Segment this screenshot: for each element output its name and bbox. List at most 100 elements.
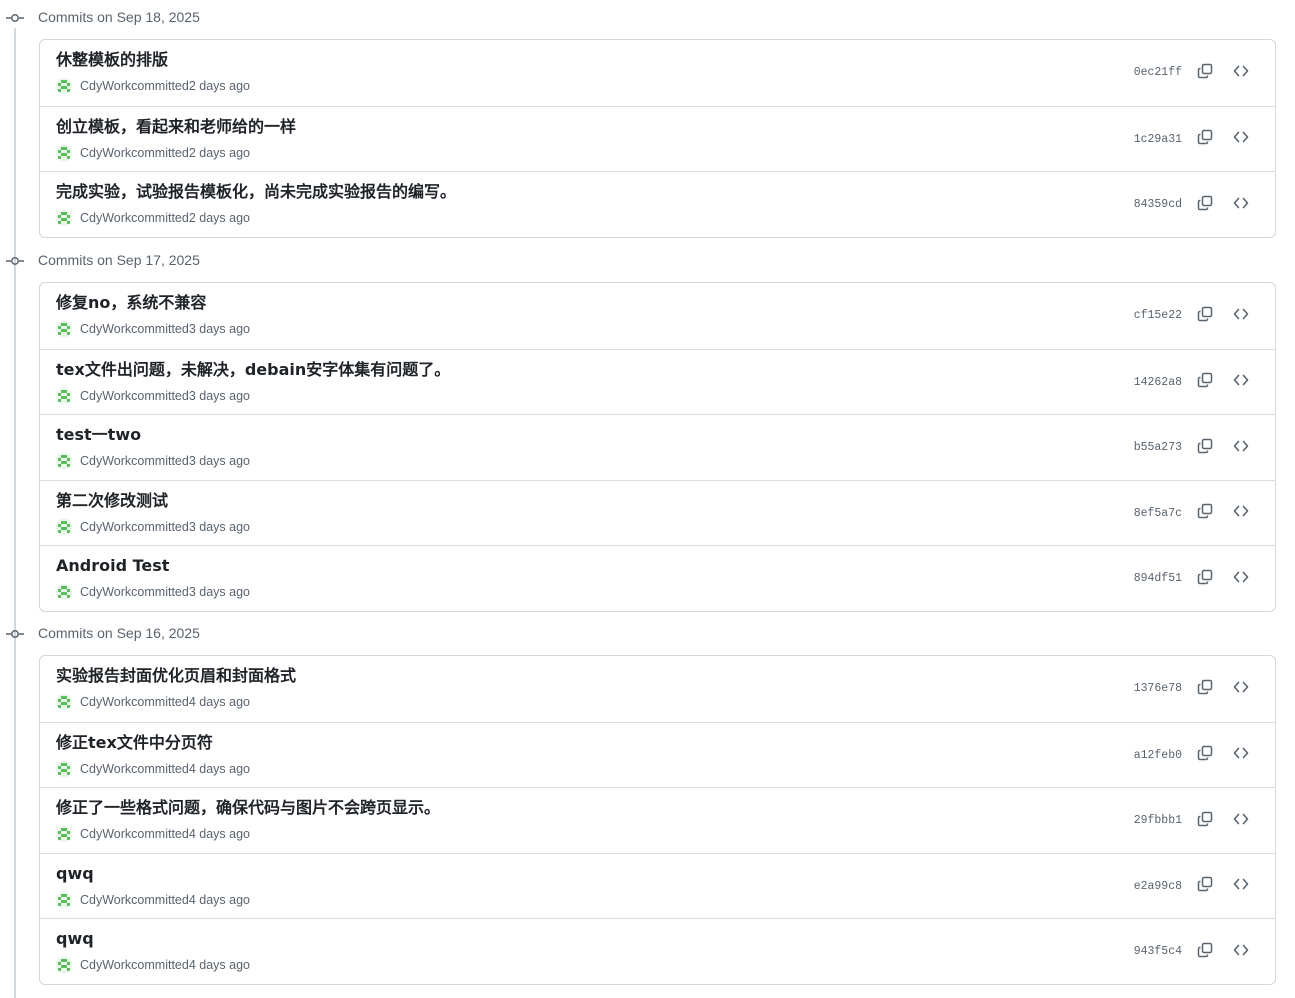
commit-action-text: committed — [131, 827, 189, 841]
copy-icon — [1197, 195, 1213, 216]
copy-sha-button[interactable] — [1191, 435, 1219, 461]
commit-group-header: Commits on Sep 18, 2025 — [0, 0, 1295, 34]
copy-icon — [1197, 306, 1213, 327]
commit-meta: CdyWork committed 3 days ago — [56, 583, 250, 601]
copy-sha-button[interactable] — [1191, 808, 1219, 834]
browse-repo-button[interactable] — [1227, 566, 1255, 592]
author-avatar[interactable] — [56, 891, 72, 908]
copy-sha-button[interactable] — [1191, 370, 1219, 396]
commit-sha-link[interactable]: 84359cd — [1134, 198, 1182, 211]
commit-sha-link[interactable]: 943f5c4 — [1134, 945, 1182, 958]
browse-repo-button[interactable] — [1227, 501, 1255, 527]
copy-sha-button[interactable] — [1191, 676, 1219, 702]
commit-time: 4 days ago — [188, 695, 250, 709]
author-avatar[interactable] — [56, 826, 72, 842]
author-avatar[interactable] — [56, 387, 72, 404]
author-avatar[interactable] — [56, 453, 72, 469]
commit-message-link[interactable]: 修复no，系统不兼容 — [56, 292, 206, 314]
browse-repo-button[interactable] — [1227, 676, 1255, 702]
commit-meta: CdyWork committed 3 days ago — [56, 320, 250, 338]
commit-time: 4 days ago — [188, 761, 250, 776]
browse-repo-button[interactable] — [1227, 435, 1255, 461]
author-link[interactable]: CdyWork — [80, 454, 131, 468]
author-avatar[interactable] — [56, 78, 72, 94]
commit-sha-link[interactable]: 8ef5a7c — [1134, 507, 1182, 520]
copy-sha-button[interactable] — [1191, 303, 1219, 329]
commit-sha-link[interactable]: a12feb0 — [1134, 749, 1182, 762]
commit-message-link[interactable]: 创立模板，看起来和老师给的一样 — [56, 116, 296, 138]
commit-message-link[interactable]: 修正了一些格式问题，确保代码与图片不会跨页显示。 — [56, 797, 440, 819]
commit-sha-link[interactable]: cf15e22 — [1134, 309, 1182, 322]
commit-time: 4 days ago — [188, 827, 250, 841]
commit-message-link[interactable]: tex文件出问题，未解决，debain安字体集有问题了。 — [56, 359, 450, 381]
author-avatar[interactable] — [56, 957, 72, 973]
author-link[interactable]: CdyWork — [80, 389, 131, 403]
git-commit-icon — [6, 11, 24, 23]
commit-sha-link[interactable]: e2a99c8 — [1134, 880, 1182, 893]
commit-row: test一two CdyWork committed 3 days ago b55a… — [40, 414, 1275, 480]
browse-repo-button[interactable] — [1227, 939, 1255, 965]
author-avatar[interactable] — [56, 584, 72, 600]
copy-sha-button[interactable] — [1191, 874, 1219, 900]
author-link[interactable]: CdyWork — [80, 322, 131, 336]
commit-sha-link[interactable]: b55a273 — [1134, 441, 1182, 454]
author-avatar[interactable] — [56, 210, 72, 226]
commit-message-link[interactable]: 修正tex文件中分页符 — [56, 732, 213, 754]
browse-repo-button[interactable] — [1227, 127, 1255, 153]
browse-repo-button[interactable] — [1227, 808, 1255, 834]
code-icon — [1233, 195, 1249, 216]
commit-sha-link[interactable]: 1376e78 — [1134, 682, 1182, 695]
copy-sha-button[interactable] — [1191, 192, 1219, 218]
commit-message-link[interactable]: 第二次修改测试 — [56, 490, 168, 512]
author-link[interactable]: CdyWork — [80, 520, 131, 534]
author-avatar[interactable] — [56, 760, 72, 777]
commit-sha-link[interactable]: 14262a8 — [1134, 376, 1182, 389]
author-link[interactable]: CdyWork — [80, 695, 131, 709]
author-link[interactable]: CdyWork — [80, 893, 131, 907]
browse-repo-button[interactable] — [1227, 192, 1255, 218]
commit-message-link[interactable]: qwq — [56, 928, 94, 950]
author-avatar[interactable] — [56, 694, 72, 710]
browse-repo-button[interactable] — [1227, 874, 1255, 900]
commit-meta: CdyWork committed 4 days ago — [56, 891, 250, 909]
browse-repo-button[interactable] — [1227, 743, 1255, 769]
commit-message-link[interactable]: 实验报告封面优化页眉和封面格式 — [56, 665, 296, 687]
commit-message-link[interactable]: test一two — [56, 424, 141, 446]
code-icon — [1233, 876, 1249, 897]
author-avatar[interactable] — [56, 144, 72, 161]
commit-sha-link[interactable]: 894df51 — [1134, 572, 1182, 585]
code-icon — [1233, 503, 1249, 524]
commit-row: tex文件出问题，未解决，debain安字体集有问题了。 CdyWork comm… — [40, 348, 1275, 415]
copy-sha-button[interactable] — [1191, 127, 1219, 153]
copy-icon — [1197, 569, 1213, 590]
browse-repo-button[interactable] — [1227, 370, 1255, 396]
copy-sha-button[interactable] — [1191, 501, 1219, 527]
copy-sha-button[interactable] — [1191, 566, 1219, 592]
commit-message-link[interactable]: Android Test — [56, 555, 169, 577]
author-link[interactable]: CdyWork — [80, 958, 131, 972]
author-link[interactable]: CdyWork — [80, 146, 131, 160]
author-link[interactable]: CdyWork — [80, 827, 131, 841]
author-link[interactable]: CdyWork — [80, 762, 131, 776]
git-commit-icon — [6, 627, 24, 639]
copy-sha-button[interactable] — [1191, 743, 1219, 769]
author-link[interactable]: CdyWork — [80, 79, 131, 93]
author-avatar[interactable] — [56, 518, 72, 535]
commit-sha-link[interactable]: 29fbbb1 — [1134, 814, 1182, 827]
commit-meta: CdyWork committed 2 days ago — [56, 209, 250, 227]
author-link[interactable]: CdyWork — [80, 211, 131, 225]
commit-message-link[interactable]: 休整模板的排版 — [56, 49, 168, 71]
copy-sha-button[interactable] — [1191, 939, 1219, 965]
author-link[interactable]: CdyWork — [80, 585, 131, 599]
author-avatar[interactable] — [56, 321, 72, 337]
code-icon — [1233, 129, 1249, 150]
code-icon — [1233, 306, 1249, 327]
copy-icon — [1197, 438, 1213, 459]
commit-message-link[interactable]: qwq — [56, 863, 94, 885]
commit-sha-link[interactable]: 0ec21ff — [1134, 66, 1182, 79]
browse-repo-button[interactable] — [1227, 60, 1255, 86]
commit-sha-link[interactable]: 1c29a31 — [1134, 133, 1182, 146]
copy-sha-button[interactable] — [1191, 60, 1219, 86]
commit-message-link[interactable]: 完成实验，试验报告模板化，尚未完成实验报告的编写。 — [56, 181, 456, 203]
browse-repo-button[interactable] — [1227, 303, 1255, 329]
